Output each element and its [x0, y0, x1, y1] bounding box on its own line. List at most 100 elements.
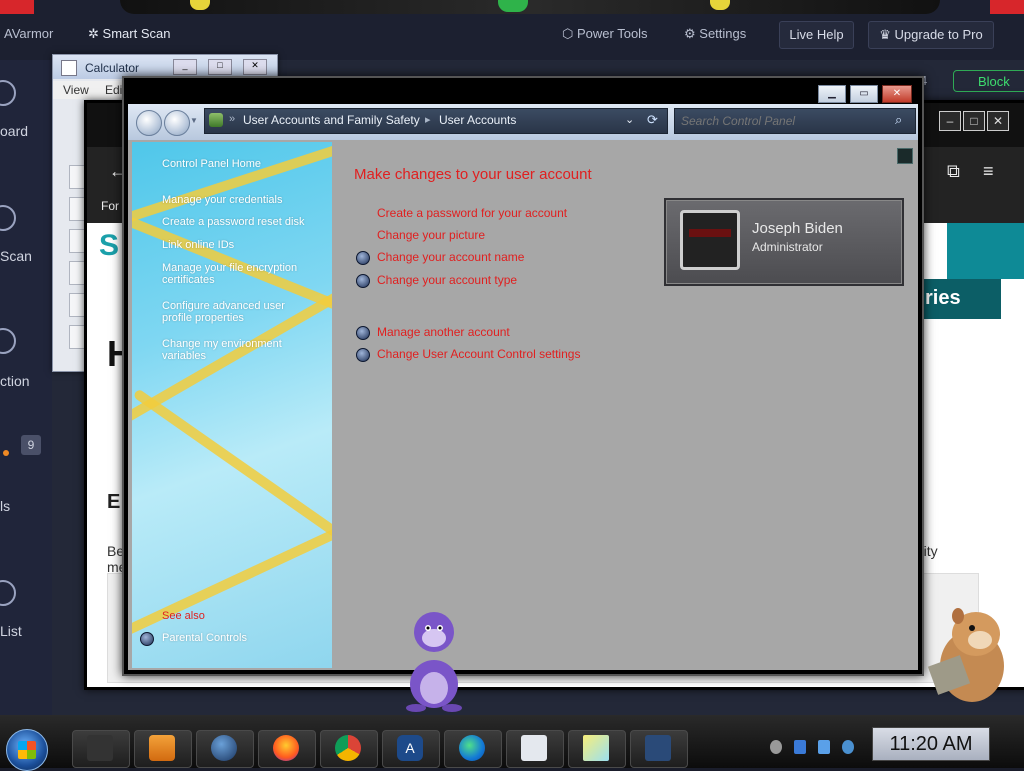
windows-logo-icon	[99, 293, 123, 313]
minimize-button[interactable]: _	[173, 59, 197, 75]
maximize-button[interactable]: ▭	[850, 85, 878, 103]
taskbar-app-calculator[interactable]	[506, 730, 564, 768]
link-online-ids-link[interactable]: Link online IDs	[162, 239, 234, 251]
sidebar-item-list[interactable]: List	[0, 623, 22, 639]
control-panel-titlebar[interactable]	[124, 78, 922, 104]
uac-settings-link[interactable]: Change User Account Control settings	[377, 347, 580, 361]
extensions-icon[interactable]: ⧉	[947, 161, 960, 182]
see-also-heading: See also	[162, 610, 205, 622]
taskbar-app-chrome[interactable]	[320, 730, 378, 768]
taskbar-app-world[interactable]	[196, 730, 254, 768]
taskbar-app-media-player[interactable]	[134, 730, 192, 768]
uac-shield-icon	[356, 251, 370, 265]
box-icon: ⬡	[562, 26, 574, 41]
task-pane: Control Panel Home Manage your credentia…	[132, 142, 332, 668]
password-reset-disk-link[interactable]: Create a password reset disk	[162, 216, 304, 228]
corner-decoration	[990, 0, 1024, 14]
bonzi-buddy-character[interactable]	[394, 604, 474, 714]
sidebar-item-tools[interactable]: ls	[0, 498, 10, 514]
help-icon[interactable]	[897, 148, 913, 164]
file-encryption-link[interactable]: Manage your file encryption certificates	[162, 262, 312, 286]
manage-credentials-link[interactable]: Manage your credentials	[162, 194, 282, 206]
avarmor-icon: A	[397, 735, 423, 761]
content-pane: Make changes to your user account Create…	[332, 142, 918, 668]
menu-icon[interactable]: ≡	[983, 161, 994, 182]
explorer-icon	[87, 735, 113, 761]
globe-icon	[211, 735, 237, 761]
address-dropdown-icon[interactable]: ⌄	[625, 113, 634, 126]
taskbar-app-avarmor[interactable]: A	[382, 730, 440, 768]
recent-pages-icon[interactable]: ▼	[190, 116, 198, 125]
settings-button[interactable]: ⚙ Settings	[684, 26, 746, 42]
gear-icon: ✲	[88, 26, 99, 41]
network-icon[interactable]	[794, 740, 806, 754]
gear-icon: ⚙	[684, 26, 696, 41]
taskbar-clock[interactable]: 11:20 AM	[872, 727, 990, 761]
navigation-bar: ▼ » User Accounts and Family Safety ▸ Us…	[128, 104, 918, 140]
account-role: Administrator	[752, 240, 823, 254]
change-account-type-link[interactable]: Change your account type	[377, 273, 517, 287]
control-panel-window[interactable]: ▁ ▭ ✕ ▼ » User Accounts and Family Safet…	[122, 76, 924, 676]
close-button[interactable]: ✕	[987, 111, 1009, 131]
forward-button[interactable]	[164, 110, 190, 136]
taskbar-app-explorer[interactable]	[72, 730, 130, 768]
start-button[interactable]	[6, 729, 48, 771]
app-name: AVarmor	[4, 26, 54, 41]
article-section-heading: E	[107, 491, 121, 513]
taskbar-app-sticky-notes[interactable]	[568, 730, 626, 768]
close-button[interactable]: ✕	[243, 59, 267, 75]
manage-another-account-link[interactable]: Manage another account	[377, 325, 510, 339]
minimize-button[interactable]: ▁	[818, 85, 846, 103]
refresh-icon[interactable]: ⟳	[647, 112, 658, 128]
taskbar-app-firefox[interactable]	[258, 730, 316, 768]
search-box: ⌕	[674, 108, 916, 134]
search-input[interactable]	[679, 111, 891, 131]
breadcrumb-item[interactable]: User Accounts and Family Safety	[243, 113, 420, 127]
display-icon[interactable]	[818, 740, 830, 754]
edge-icon	[459, 735, 485, 761]
notification-badge: 9	[21, 435, 41, 455]
maximize-button[interactable]: □	[963, 111, 985, 131]
control-panel-home-link[interactable]: Control Panel Home	[162, 158, 261, 170]
firefox-icon	[273, 735, 299, 761]
back-button[interactable]	[136, 110, 162, 136]
parental-controls-link[interactable]: Parental Controls	[162, 632, 247, 644]
change-account-name-link[interactable]: Change your account name	[377, 250, 524, 264]
address-bar[interactable]: » User Accounts and Family Safety ▸ User…	[204, 108, 668, 134]
uac-shield-icon	[356, 326, 370, 340]
background-swirl	[132, 388, 332, 546]
smart-scan-button[interactable]: ✲ Smart Scan	[88, 26, 170, 42]
account-card: Joseph Biden Administrator	[664, 198, 904, 286]
power-tools-button[interactable]: ⬡ Power Tools	[562, 26, 648, 42]
tray-icon[interactable]	[770, 740, 782, 754]
background-swirl	[132, 509, 332, 645]
decoration-yellow	[710, 0, 730, 10]
breadcrumb-item[interactable]: User Accounts	[439, 113, 516, 127]
alert-dot-icon	[3, 450, 9, 456]
sidebar-item-protection[interactable]: ction	[0, 373, 30, 389]
create-password-link[interactable]: Create a password for your account	[377, 206, 567, 220]
taskbar-app-remote-desktop[interactable]	[630, 730, 688, 768]
live-help-button[interactable]: Live Help	[779, 21, 854, 49]
for-tab-label[interactable]: For	[101, 199, 119, 213]
page-heading: Make changes to your user account	[354, 166, 592, 183]
sidebar-item-scan[interactable]: Scan	[0, 248, 32, 264]
sidebar-item-dashboard[interactable]: oard	[0, 123, 28, 139]
minimize-button[interactable]: –	[939, 111, 961, 131]
change-picture-link[interactable]: Change your picture	[377, 228, 485, 242]
account-picture	[680, 210, 740, 270]
maximize-button[interactable]: □	[208, 59, 232, 75]
user-profile-properties-link[interactable]: Configure advanced user profile properti…	[162, 300, 312, 324]
block-button[interactable]: Block	[953, 70, 1024, 92]
menu-view[interactable]: View	[63, 83, 89, 97]
close-button[interactable]: ✕	[882, 85, 912, 103]
breadcrumb-separator: ▸	[425, 114, 431, 126]
search-icon[interactable]: ⌕	[895, 112, 902, 128]
smart-scan-label: Smart Scan	[102, 26, 171, 41]
power-tools-label: Power Tools	[576, 26, 648, 41]
decoration-yellow	[190, 0, 210, 10]
environment-variables-link[interactable]: Change my environment variables	[162, 338, 312, 362]
volume-icon[interactable]	[842, 740, 854, 754]
taskbar-app-edge[interactable]	[444, 730, 502, 768]
upgrade-button[interactable]: ♛ Upgrade to Pro	[868, 21, 994, 49]
